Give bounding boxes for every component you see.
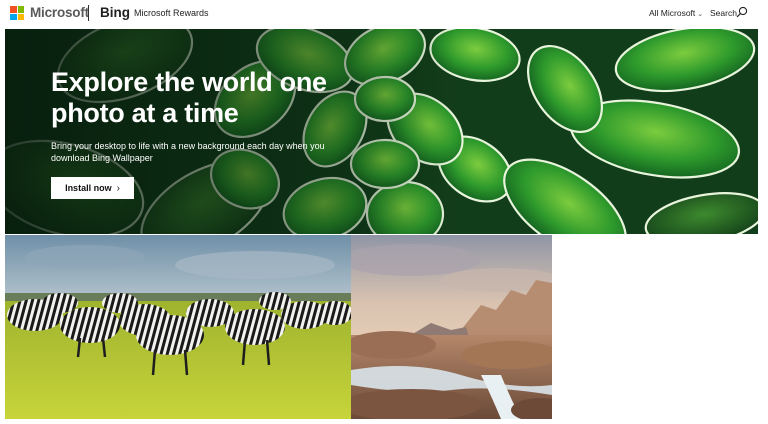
all-microsoft-menu[interactable]: All Microsoft ⌄ <box>649 8 703 18</box>
zebra-herd-image <box>5 235 351 419</box>
bing-product-link[interactable]: Bing <box>100 5 130 20</box>
hero-banner: Explore the world one photo at a time Br… <box>5 29 758 234</box>
microsoft-logo-icon[interactable] <box>10 6 24 20</box>
chevron-right-icon: › <box>116 182 120 194</box>
top-navigation-bar: Microsoft Bing Microsoft Rewards All Mic… <box>0 0 768 28</box>
hero-subtitle: Bring your desktop to life with a new ba… <box>51 141 325 163</box>
canyon-photo-tile[interactable] <box>351 235 552 419</box>
chevron-down-icon: ⌄ <box>697 11 704 18</box>
microsoft-brand-link[interactable]: Microsoft <box>30 5 89 20</box>
search-link[interactable]: Search <box>710 8 737 18</box>
all-microsoft-label: All Microsoft <box>649 8 696 18</box>
hero-title: Explore the world one photo at a time <box>51 67 327 128</box>
zebra-photo-tile[interactable] <box>5 235 351 419</box>
search-icon[interactable] <box>736 6 748 18</box>
install-now-label: Install now <box>65 183 112 193</box>
microsoft-rewards-link[interactable]: Microsoft Rewards <box>134 8 209 18</box>
header-divider <box>88 5 89 21</box>
succulent-background-image <box>5 29 758 234</box>
rocky-river-canyon-image <box>351 235 552 419</box>
install-now-button[interactable]: Install now › <box>51 177 134 199</box>
